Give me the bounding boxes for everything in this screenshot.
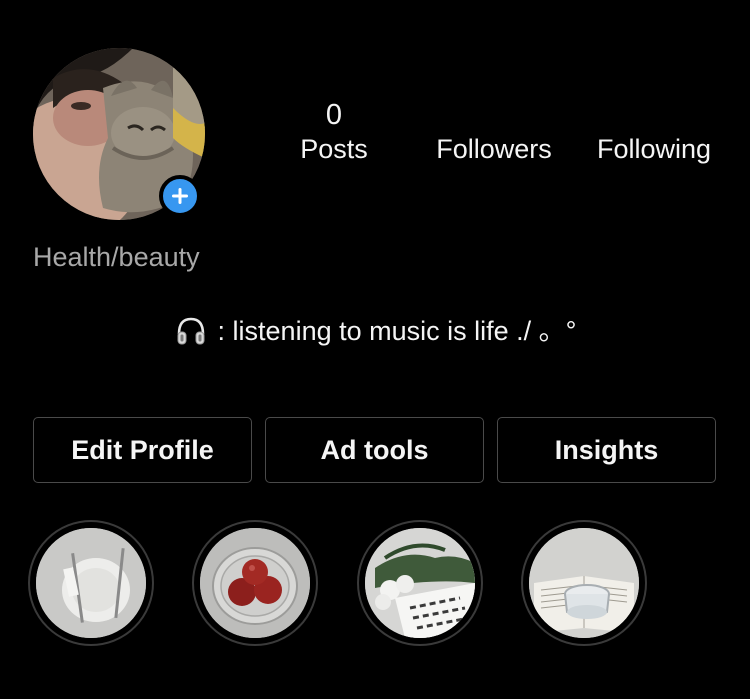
followers-label: Followers <box>436 134 552 164</box>
highlight-cover <box>529 528 639 638</box>
add-story-button[interactable] <box>159 175 201 217</box>
posts-count: 0 <box>325 99 343 131</box>
followers-count <box>425 98 563 132</box>
plus-icon <box>172 188 188 204</box>
apples-bowl-image <box>200 528 310 638</box>
flower-bouquet-image <box>365 528 475 638</box>
plate-cutlery-image <box>36 528 146 638</box>
edit-profile-button[interactable]: Edit Profile <box>33 417 252 483</box>
following-count <box>585 98 723 132</box>
profile-bio: : listening to music is life ./ 。° <box>0 314 750 348</box>
highlight-cover <box>36 528 146 638</box>
story-highlight[interactable] <box>521 520 647 646</box>
story-highlight[interactable] <box>192 520 318 646</box>
posts-stat[interactable]: 0 Posts <box>288 98 380 166</box>
highlight-cover <box>365 528 475 638</box>
following-stat[interactable]: Following <box>585 98 723 166</box>
bio-text: : listening to music is life ./ 。° <box>217 316 577 346</box>
book-glass-image <box>529 528 639 638</box>
highlight-cover <box>200 528 310 638</box>
headphones-icon <box>177 317 205 345</box>
posts-label: Posts <box>300 134 368 164</box>
story-highlight[interactable] <box>357 520 483 646</box>
followers-stat[interactable]: Followers <box>425 98 563 166</box>
story-highlight[interactable] <box>28 520 154 646</box>
following-label: Following <box>596 134 712 164</box>
insights-button[interactable]: Insights <box>497 417 716 483</box>
profile-category: Health/beauty <box>33 242 200 272</box>
profile-avatar-container <box>33 48 205 220</box>
ad-tools-button[interactable]: Ad tools <box>265 417 484 483</box>
